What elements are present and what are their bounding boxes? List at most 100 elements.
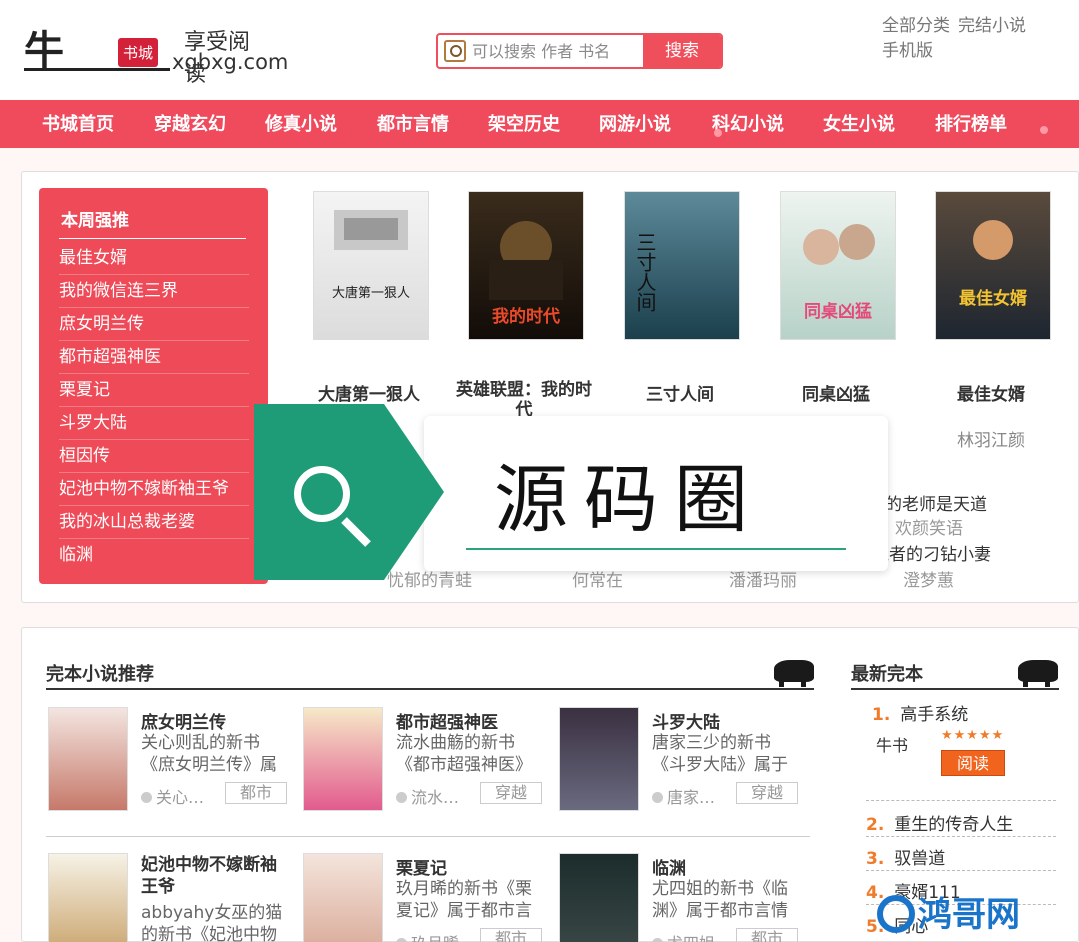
nav-dushi[interactable]: 都市言情 — [377, 100, 449, 148]
nav-paihang[interactable]: 排行榜单 — [935, 100, 1007, 148]
book-title[interactable]: 都市超强神医 — [396, 708, 498, 733]
book-card[interactable]: 妃池中物不嫁断袖王爷 abbyahy女巫的猫的新书《妃池中物 — [49, 854, 294, 942]
logo-badge: 书城 — [118, 38, 159, 67]
book-title[interactable]: 妃池中物不嫁断袖王爷 — [141, 854, 293, 898]
logo-underline — [24, 68, 170, 71]
list-title[interactable]: 维者的刁钻小妻 — [872, 540, 991, 565]
corner-logo: 鸿哥网 — [877, 895, 1020, 935]
divider — [866, 800, 1056, 801]
book-card[interactable]: 庶女明兰传 关心则乱的新书《庶女明兰传》属 关心… 都市 — [49, 708, 294, 818]
book-cover[interactable]: 大唐第一狠人 — [314, 192, 428, 339]
site-logo[interactable]: 牛 书城 享受阅读 xgbxg.com — [22, 14, 288, 87]
list-title[interactable]: 的老师是天道 — [885, 490, 987, 515]
latest-item-title[interactable]: 驭兽道 — [894, 849, 945, 869]
latest-item[interactable]: 3. 驭兽道 — [866, 844, 945, 869]
book-title[interactable]: 栗夏记 — [396, 854, 447, 879]
genre-tag[interactable]: 都市 — [225, 782, 287, 804]
book-cover[interactable]: 三寸人间 — [625, 192, 739, 339]
svg-text:鸿哥网: 鸿哥网 — [918, 895, 1020, 935]
rank-item[interactable]: 都市超强神医 — [59, 341, 249, 374]
link-mobile[interactable]: 手机版 — [882, 41, 933, 61]
rank-item[interactable]: 我的冰山总裁老婆 — [59, 506, 249, 539]
nav-xuanhuan[interactable]: 穿越玄幻 — [154, 100, 226, 148]
link-all-categories[interactable]: 全部分类 — [882, 16, 950, 36]
latest-item-title[interactable]: 高手系统 — [900, 705, 968, 725]
cover-alt-text: 牛书 — [876, 736, 909, 755]
rank-num: 3. — [866, 849, 885, 869]
book-cover[interactable]: 我的时代 — [469, 192, 583, 339]
book-card[interactable]: 栗夏记 玖月晞的新书《栗夏记》属于都市言 玖月晞 都市 — [304, 854, 549, 942]
nav-lishi[interactable]: 架空历史 — [488, 100, 560, 148]
corner-watermark: 鸿哥网 — [876, 874, 1079, 942]
nav-kehuan[interactable]: 科幻小说 — [712, 100, 784, 148]
logo-domain: xgbxg.com — [172, 50, 289, 74]
book-title[interactable]: 最佳女婿 — [916, 380, 1066, 405]
latest-item[interactable]: 1. 高手系统 — [872, 700, 968, 725]
cover-art: 我的时代 — [489, 221, 563, 327]
genre-tag[interactable]: 穿越 — [736, 782, 798, 804]
book-title[interactable]: 庶女明兰传 — [141, 708, 226, 733]
book-card[interactable]: 都市超强神医 流水曲觞的新书《都市超强神医》 流水… 穿越 — [304, 708, 549, 818]
rank-item[interactable]: 桓因传 — [59, 440, 249, 473]
book-cover[interactable]: 最佳女婿 — [936, 192, 1050, 339]
nav-wangyou[interactable]: 网游小说 — [599, 100, 671, 148]
main-nav: 书城首页 穿越玄幻 修真小说 都市言情 架空历史 网游小说 科幻小说 女生小说 … — [0, 100, 1079, 148]
book-desc: 关心则乱的新书《庶女明兰传》属 — [141, 733, 277, 775]
latest-item[interactable]: 2. 重生的传奇人生 — [866, 810, 1013, 835]
nav-nvsheng[interactable]: 女生小说 — [823, 100, 895, 148]
cow-icon — [774, 660, 814, 687]
rank-item[interactable]: 妃池中物不嫁断袖王爷 — [59, 473, 249, 506]
genre-tag[interactable]: 都市 — [480, 928, 542, 942]
rank-num: 2. — [866, 815, 885, 835]
latest-title: 最新完本 — [851, 664, 923, 685]
book-desc: 流水曲觞的新书《都市超强神医》 — [396, 733, 532, 775]
weekly-rank: 本周强推 最佳女婿 我的微信连三界 庶女明兰传 都市超强神医 栗夏记 斗罗大陆 … — [39, 188, 268, 584]
book-cover[interactable] — [49, 708, 127, 810]
book-card[interactable]: 斗罗大陆 唐家三少的新书《斗罗大陆》属于 唐家… 穿越 — [560, 708, 805, 818]
nav-xiuzhen[interactable]: 修真小说 — [265, 100, 337, 148]
search-button[interactable]: 搜索 — [643, 35, 721, 67]
genre-tag[interactable]: 都市 — [736, 928, 798, 942]
list-author: 欢颜笑语 — [895, 519, 963, 539]
latest-item-title[interactable]: 重生的传奇人生 — [894, 815, 1013, 835]
rank-item[interactable]: 栗夏记 — [59, 374, 249, 407]
book-cover[interactable] — [49, 854, 127, 942]
divider — [866, 870, 1056, 871]
book-author: 关心… — [141, 784, 204, 808]
book-title[interactable]: 同桌凶猛 — [761, 380, 911, 405]
cover-art: 同桌凶猛 — [803, 224, 875, 322]
book-card[interactable]: 临渊 尤四姐的新书《临渊》属于都市言情 尤四姐 都市 — [560, 854, 805, 942]
book-title[interactable]: 斗罗大陆 — [652, 708, 720, 733]
search-box: 搜索 — [436, 33, 723, 69]
svg-text:同桌凶猛: 同桌凶猛 — [804, 301, 872, 322]
book-cover[interactable] — [560, 854, 638, 942]
book-cover[interactable] — [560, 708, 638, 810]
divider — [866, 836, 1056, 837]
book-cover[interactable] — [304, 708, 382, 810]
book-desc: abbyahy女巫的猫的新书《妃池中物 — [141, 903, 283, 942]
book-title[interactable]: 临渊 — [652, 854, 686, 879]
top-links: 全部分类 完结小说 手机版 — [882, 14, 1034, 64]
cover-art: 三寸人间 — [633, 232, 657, 312]
book-title[interactable]: 大唐第一狠人 — [294, 380, 444, 405]
genre-tag[interactable]: 穿越 — [480, 782, 542, 804]
svg-text:我的时代: 我的时代 — [492, 306, 560, 327]
search-icon — [444, 40, 466, 62]
book-cover[interactable] — [304, 854, 382, 942]
cover-art: 大唐第一狠人 — [332, 210, 410, 301]
rank-item[interactable]: 最佳女婿 — [59, 242, 249, 275]
book-title[interactable]: 三寸人间 — [605, 380, 755, 405]
divider — [46, 836, 810, 837]
search-input[interactable] — [472, 35, 647, 67]
rank-item[interactable]: 临渊 — [59, 539, 249, 572]
link-completed[interactable]: 完结小说 — [958, 16, 1026, 36]
rank-item[interactable]: 庶女明兰传 — [59, 308, 249, 341]
complete-title: 完本小说推荐 — [46, 664, 154, 685]
rank-item[interactable]: 斗罗大陆 — [59, 407, 249, 440]
nav-home[interactable]: 书城首页 — [42, 100, 114, 148]
svg-text:三寸人间: 三寸人间 — [633, 232, 657, 312]
rank-item[interactable]: 我的微信连三界 — [59, 275, 249, 308]
book-cover[interactable]: 同桌凶猛 — [781, 192, 895, 339]
cow-icon — [1018, 660, 1058, 687]
read-button[interactable]: 阅读 — [941, 750, 1005, 776]
